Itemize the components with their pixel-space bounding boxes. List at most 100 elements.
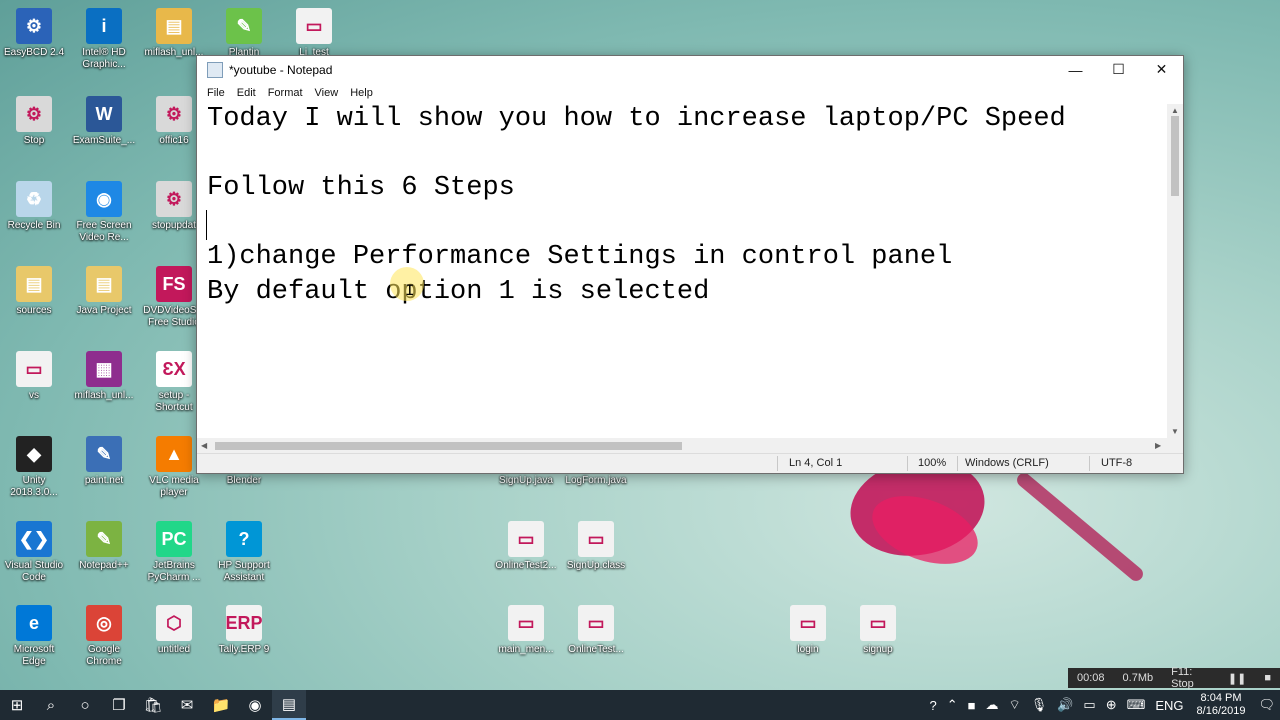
desktop-icon[interactable]: e Microsoft Edge	[0, 605, 68, 668]
desktop-icon[interactable]: ▭ SignUp.class	[562, 521, 630, 572]
window-title: *youtube - Notepad	[229, 62, 333, 77]
desktop-icon[interactable]: ✎ paint.net	[70, 436, 138, 487]
desktop-icon[interactable]: ✎ Plantin	[210, 8, 278, 59]
keyboard-icon[interactable]: ⌨	[1122, 697, 1151, 713]
desktop-icon[interactable]: ⚙ EasyBCD 2.4	[0, 8, 68, 59]
scroll-up-icon[interactable]: ▲	[1167, 106, 1183, 115]
volume-icon[interactable]: 🔊	[1052, 697, 1078, 713]
desktop-icon[interactable]: ▦ miflash_unl...	[70, 351, 138, 402]
vertical-scroll-thumb[interactable]	[1171, 116, 1179, 196]
desktop-icon[interactable]: ▭ OnlineTest...	[562, 605, 630, 656]
windows-start-icon[interactable]: ⊞	[0, 690, 34, 720]
text-editor[interactable]: Today I will show you how to increase la…	[197, 104, 1167, 438]
ibeam-cursor-icon: I	[405, 282, 415, 300]
desktop-icon-label: EasyBCD 2.4	[3, 47, 65, 58]
desktop-icon[interactable]: ▭ signup	[844, 605, 912, 656]
desktop-shortcut-icon: ▤	[16, 266, 52, 302]
menu-bar: File Edit Format View Help	[197, 83, 1183, 103]
file-explorer-icon[interactable]: 📁	[204, 690, 238, 720]
show-hidden-icons-icon[interactable]: ⌃	[942, 697, 963, 713]
notepad-taskbar-icon[interactable]: ▤	[272, 690, 306, 720]
desktop-icon-label: Java Project	[76, 305, 132, 316]
desktop-shortcut-icon: ▭	[790, 605, 826, 641]
desktop-shortcut-icon: ▭	[578, 605, 614, 641]
desktop-icon[interactable]: ▭ vs	[0, 351, 68, 402]
scroll-left-icon[interactable]: ◀	[201, 438, 207, 454]
desktop-icon[interactable]: ▤ sources	[0, 266, 68, 317]
search-icon[interactable]: ⌕	[34, 690, 68, 720]
menu-file[interactable]: File	[201, 87, 231, 99]
desktop-icon-label: Intel® HD Graphic...	[82, 47, 126, 70]
close-button[interactable]: ✕	[1140, 56, 1183, 83]
pause-icon[interactable]: ❚❚	[1219, 672, 1255, 685]
desktop-icon[interactable]: ◎ Google Chrome	[70, 605, 138, 668]
desktop-icon[interactable]: ♻ Recycle Bin	[0, 181, 68, 232]
menu-help[interactable]: Help	[344, 87, 379, 99]
desktop-icon[interactable]: ERP Tally.ERP 9	[210, 605, 278, 656]
desktop-shortcut-icon: ✎	[86, 436, 122, 472]
recorder-bar: 00:08 0.7Mb F11: Stop ❚❚ ■	[1068, 666, 1280, 690]
desktop-icon[interactable]: ✎ Notepad++	[70, 521, 138, 572]
desktop-icon-label: Blender	[226, 475, 262, 486]
minimize-button[interactable]: —	[1054, 56, 1097, 83]
title-bar[interactable]: *youtube - Notepad — ☐ ✕	[197, 56, 1183, 83]
cortana-icon[interactable]: ○	[68, 690, 102, 720]
status-bar: Ln 4, Col 1 100% Windows (CRLF) UTF-8	[197, 453, 1183, 473]
desktop-icon-label: Stop	[23, 135, 45, 146]
system-tray: ? ⌃ ■ ☁ ⌔ 🎙 🔊 ▭ ⊕ ⌨ ENG 8:04 PM 8/16/201…	[924, 690, 1280, 720]
horizontal-scrollbar[interactable]: ◀ ▶	[197, 438, 1167, 454]
desktop-icon[interactable]: ⬡ untitled	[140, 605, 208, 656]
maximize-button[interactable]: ☐	[1097, 56, 1140, 83]
recorder-app-icon[interactable]: ◉	[238, 690, 272, 720]
desktop-icon[interactable]: ⚙ Stop	[0, 96, 68, 147]
desktop-shortcut-icon: ▭	[508, 521, 544, 557]
desktop-icon[interactable]: ▭ main_men...	[492, 605, 560, 656]
desktop-icon[interactable]: ❮❯ Visual Studio Code	[0, 521, 68, 584]
menu-edit[interactable]: Edit	[231, 87, 262, 99]
language-indicator[interactable]: ENG	[1150, 698, 1188, 713]
desktop-icon-label: sources	[16, 305, 52, 316]
desktop-shortcut-icon: ▤	[86, 266, 122, 302]
mail-icon[interactable]: ✉	[170, 690, 204, 720]
task-view-icon[interactable]: ❐	[102, 690, 136, 720]
desktop-icon[interactable]: ▤ miflash_unl...	[140, 8, 208, 59]
stop-icon[interactable]: ■	[1255, 672, 1280, 684]
desktop-icon-label: OnlineTest2...	[495, 560, 557, 571]
desktop-icon[interactable]: PC JetBrains PyCharm ...	[140, 521, 208, 584]
desktop-icon[interactable]: ▭ OnlineTest2...	[492, 521, 560, 572]
wifi-icon[interactable]: ⌔	[1003, 697, 1025, 713]
help-icon[interactable]: ?	[924, 698, 941, 713]
network-icon[interactable]: ⊕	[1101, 697, 1122, 713]
vertical-scrollbar[interactable]: ▲ ▼	[1167, 104, 1183, 438]
scroll-down-icon[interactable]: ▼	[1167, 427, 1183, 436]
desktop-icon[interactable]: W ExamSuite_...	[70, 96, 138, 147]
desktop-shortcut-icon: ▦	[86, 351, 122, 387]
desktop-shortcut-icon: ⬡	[156, 605, 192, 641]
desktop-icon[interactable]: ▤ Java Project	[70, 266, 138, 317]
menu-view[interactable]: View	[309, 87, 345, 99]
desktop-icon-label: paint.net	[84, 475, 124, 486]
desktop-icon[interactable]: ▭ Li_test	[280, 8, 348, 59]
battery-icon[interactable]: ▭	[1078, 697, 1100, 713]
tray-app-icon[interactable]: ■	[963, 698, 981, 713]
scroll-right-icon[interactable]: ▶	[1155, 438, 1161, 454]
horizontal-scroll-thumb[interactable]	[215, 442, 682, 450]
desktop-icon[interactable]: ◉ Free Screen Video Re...	[70, 181, 138, 244]
microphone-icon[interactable]: 🎙	[1026, 697, 1053, 713]
desktop-icon[interactable]: ? HP Support Assistant	[210, 521, 278, 584]
desktop-icon[interactable]: ▭ login	[774, 605, 842, 656]
stop-hint: F11: Stop	[1171, 666, 1194, 690]
menu-format[interactable]: Format	[262, 87, 309, 99]
desktop-shortcut-icon: ⚙	[156, 96, 192, 132]
status-divider	[1089, 456, 1090, 471]
desktop-icon[interactable]: i Intel® HD Graphic...	[70, 8, 138, 71]
desktop-icon-label: signup	[863, 644, 893, 655]
store-icon[interactable]: 🛍	[136, 690, 170, 720]
desktop-shortcut-icon: W	[86, 96, 122, 132]
notifications-icon[interactable]: 🗨	[1253, 697, 1280, 713]
clock[interactable]: 8:04 PM 8/16/2019	[1189, 692, 1254, 718]
notepad-window[interactable]: *youtube - Notepad — ☐ ✕ File Edit Forma…	[196, 55, 1184, 474]
onedrive-icon[interactable]: ☁	[980, 697, 1003, 713]
desktop-icon[interactable]: ◆ Unity 2018.3.0...	[0, 436, 68, 499]
recording-size: 0.7Mb	[1122, 672, 1154, 684]
